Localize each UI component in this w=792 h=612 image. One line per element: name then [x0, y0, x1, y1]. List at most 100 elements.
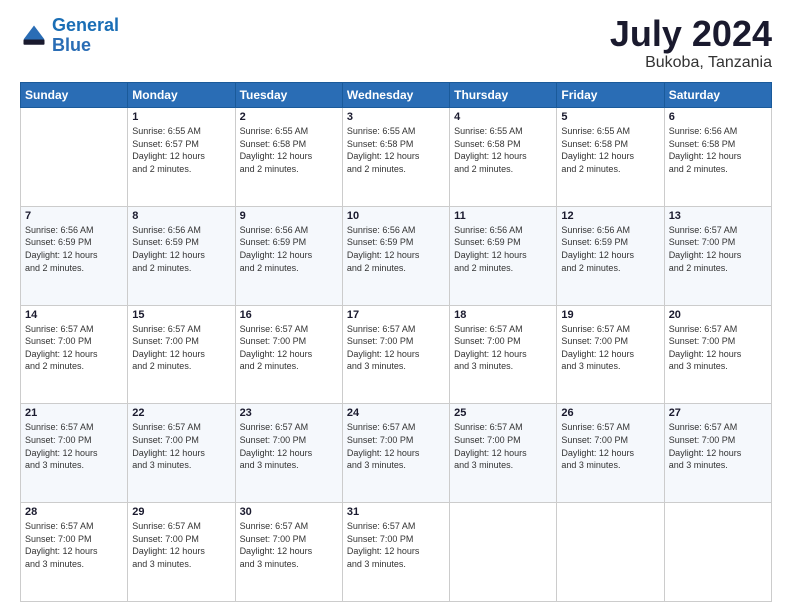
week-row-2: 14 Sunrise: 6:57 AM Sunset: 7:00 PM Dayli… — [21, 305, 772, 404]
day-info: Sunrise: 6:57 AM Sunset: 7:00 PM Dayligh… — [454, 323, 552, 373]
day-number: 19 — [561, 309, 659, 321]
subtitle: Bukoba, Tanzania — [610, 54, 772, 72]
day-info: Sunrise: 6:57 AM Sunset: 7:00 PM Dayligh… — [669, 421, 767, 471]
day-header-tuesday: Tuesday — [235, 83, 342, 108]
day-number: 12 — [561, 210, 659, 222]
day-number: 23 — [240, 407, 338, 419]
calendar-cell: 21 Sunrise: 6:57 AM Sunset: 7:00 PM Dayli… — [21, 404, 128, 503]
week-row-0: 1 Sunrise: 6:55 AM Sunset: 6:57 PM Daylig… — [21, 108, 772, 207]
calendar-cell: 24 Sunrise: 6:57 AM Sunset: 7:00 PM Dayli… — [342, 404, 449, 503]
calendar-cell: 1 Sunrise: 6:55 AM Sunset: 6:57 PM Daylig… — [128, 108, 235, 207]
calendar-cell: 6Sunrise: 6:56 AM Sunset: 6:58 PM Daylig… — [664, 108, 771, 207]
day-number: 21 — [25, 407, 123, 419]
calendar-cell: 13 Sunrise: 6:57 AM Sunset: 7:00 PM Dayli… — [664, 206, 771, 305]
day-info: Sunrise: 6:57 AM Sunset: 7:00 PM Dayligh… — [347, 520, 445, 570]
calendar-cell: 11 Sunrise: 6:56 AM Sunset: 6:59 PM Dayli… — [450, 206, 557, 305]
calendar-cell: 20Sunrise: 6:57 AM Sunset: 7:00 PM Dayli… — [664, 305, 771, 404]
day-number: 16 — [240, 309, 338, 321]
main-title: July 2024 — [610, 16, 772, 52]
day-info: Sunrise: 6:56 AM Sunset: 6:58 PM Dayligh… — [669, 125, 767, 175]
day-header-saturday: Saturday — [664, 83, 771, 108]
day-number: 1 — [132, 111, 230, 123]
day-info: Sunrise: 6:57 AM Sunset: 7:00 PM Dayligh… — [561, 421, 659, 471]
calendar-cell: 19 Sunrise: 6:57 AM Sunset: 7:00 PM Dayli… — [557, 305, 664, 404]
day-info: Sunrise: 6:57 AM Sunset: 7:00 PM Dayligh… — [132, 323, 230, 373]
page: General Blue July 2024 Bukoba, Tanzania … — [0, 0, 792, 612]
day-info: Sunrise: 6:57 AM Sunset: 7:00 PM Dayligh… — [132, 421, 230, 471]
calendar-header-row: SundayMondayTuesdayWednesdayThursdayFrid… — [21, 83, 772, 108]
calendar-cell: 28Sunrise: 6:57 AM Sunset: 7:00 PM Dayli… — [21, 503, 128, 602]
calendar-cell: 17 Sunrise: 6:57 AM Sunset: 7:00 PM Dayli… — [342, 305, 449, 404]
title-block: July 2024 Bukoba, Tanzania — [610, 16, 772, 72]
day-number: 3 — [347, 111, 445, 123]
day-number: 24 — [347, 407, 445, 419]
day-info: Sunrise: 6:57 AM Sunset: 7:00 PM Dayligh… — [454, 421, 552, 471]
day-info: Sunrise: 6:55 AM Sunset: 6:58 PM Dayligh… — [454, 125, 552, 175]
day-info: Sunrise: 6:56 AM Sunset: 6:59 PM Dayligh… — [240, 224, 338, 274]
calendar-cell: 23Sunrise: 6:57 AM Sunset: 7:00 PM Dayli… — [235, 404, 342, 503]
day-info: Sunrise: 6:55 AM Sunset: 6:58 PM Dayligh… — [561, 125, 659, 175]
day-info: Sunrise: 6:57 AM Sunset: 7:00 PM Dayligh… — [347, 323, 445, 373]
day-info: Sunrise: 6:57 AM Sunset: 7:00 PM Dayligh… — [240, 323, 338, 373]
logo-icon — [20, 22, 48, 50]
day-number: 22 — [132, 407, 230, 419]
day-info: Sunrise: 6:57 AM Sunset: 7:00 PM Dayligh… — [240, 520, 338, 570]
day-info: Sunrise: 6:57 AM Sunset: 7:00 PM Dayligh… — [669, 323, 767, 373]
calendar-cell: 2 Sunrise: 6:55 AM Sunset: 6:58 PM Daylig… — [235, 108, 342, 207]
day-info: Sunrise: 6:55 AM Sunset: 6:58 PM Dayligh… — [240, 125, 338, 175]
week-row-3: 21 Sunrise: 6:57 AM Sunset: 7:00 PM Dayli… — [21, 404, 772, 503]
day-number: 15 — [132, 309, 230, 321]
calendar-cell: 22 Sunrise: 6:57 AM Sunset: 7:00 PM Dayli… — [128, 404, 235, 503]
day-number: 18 — [454, 309, 552, 321]
day-number: 13 — [669, 210, 767, 222]
calendar-cell — [21, 108, 128, 207]
day-info: Sunrise: 6:56 AM Sunset: 6:59 PM Dayligh… — [561, 224, 659, 274]
day-info: Sunrise: 6:57 AM Sunset: 7:00 PM Dayligh… — [561, 323, 659, 373]
day-number: 8 — [132, 210, 230, 222]
day-info: Sunrise: 6:57 AM Sunset: 7:00 PM Dayligh… — [132, 520, 230, 570]
day-info: Sunrise: 6:55 AM Sunset: 6:57 PM Dayligh… — [132, 125, 230, 175]
day-number: 26 — [561, 407, 659, 419]
day-number: 4 — [454, 111, 552, 123]
day-info: Sunrise: 6:57 AM Sunset: 7:00 PM Dayligh… — [25, 421, 123, 471]
day-info: Sunrise: 6:57 AM Sunset: 7:00 PM Dayligh… — [669, 224, 767, 274]
calendar-cell: 26 Sunrise: 6:57 AM Sunset: 7:00 PM Dayli… — [557, 404, 664, 503]
day-info: Sunrise: 6:57 AM Sunset: 7:00 PM Dayligh… — [25, 323, 123, 373]
logo-text: General Blue — [52, 16, 119, 56]
calendar-cell: 14 Sunrise: 6:57 AM Sunset: 7:00 PM Dayli… — [21, 305, 128, 404]
header: General Blue July 2024 Bukoba, Tanzania — [20, 16, 772, 72]
calendar-cell: 12 Sunrise: 6:56 AM Sunset: 6:59 PM Dayli… — [557, 206, 664, 305]
day-info: Sunrise: 6:57 AM Sunset: 7:00 PM Dayligh… — [347, 421, 445, 471]
calendar-cell: 18 Sunrise: 6:57 AM Sunset: 7:00 PM Dayli… — [450, 305, 557, 404]
day-number: 28 — [25, 506, 123, 518]
calendar-cell: 3 Sunrise: 6:55 AM Sunset: 6:58 PM Daylig… — [342, 108, 449, 207]
day-number: 11 — [454, 210, 552, 222]
logo-general: General — [52, 15, 119, 35]
week-row-4: 28 Sunrise: 6:57 AM Sunset: 7:00 PM Dayli… — [21, 503, 772, 602]
calendar-cell: 27Sunrise: 6:57 AM Sunset: 7:00 PM Dayli… — [664, 404, 771, 503]
day-header-monday: Monday — [128, 83, 235, 108]
calendar-cell: 5 Sunrise: 6:55 AM Sunset: 6:58 PM Daylig… — [557, 108, 664, 207]
calendar-cell: 31 Sunrise: 6:57 AM Sunset: 7:00 PM Dayli… — [342, 503, 449, 602]
day-header-thursday: Thursday — [450, 83, 557, 108]
calendar-cell: 9 Sunrise: 6:56 AM Sunset: 6:59 PM Daylig… — [235, 206, 342, 305]
day-number: 25 — [454, 407, 552, 419]
logo: General Blue — [20, 16, 119, 56]
logo-blue: Blue — [52, 36, 119, 56]
day-number: 31 — [347, 506, 445, 518]
day-number: 5 — [561, 111, 659, 123]
calendar-cell: 10Sunrise: 6:56 AM Sunset: 6:59 PM Dayli… — [342, 206, 449, 305]
day-info: Sunrise: 6:56 AM Sunset: 6:59 PM Dayligh… — [454, 224, 552, 274]
day-number: 17 — [347, 309, 445, 321]
day-number: 7 — [25, 210, 123, 222]
day-info: Sunrise: 6:55 AM Sunset: 6:58 PM Dayligh… — [347, 125, 445, 175]
day-number: 9 — [240, 210, 338, 222]
day-info: Sunrise: 6:56 AM Sunset: 6:59 PM Dayligh… — [347, 224, 445, 274]
calendar-cell: 30Sunrise: 6:57 AM Sunset: 7:00 PM Dayli… — [235, 503, 342, 602]
calendar-cell: 15 Sunrise: 6:57 AM Sunset: 7:00 PM Dayli… — [128, 305, 235, 404]
day-number: 14 — [25, 309, 123, 321]
day-number: 2 — [240, 111, 338, 123]
calendar-cell: 25 Sunrise: 6:57 AM Sunset: 7:00 PM Dayli… — [450, 404, 557, 503]
calendar-cell — [664, 503, 771, 602]
day-info: Sunrise: 6:56 AM Sunset: 6:59 PM Dayligh… — [25, 224, 123, 274]
